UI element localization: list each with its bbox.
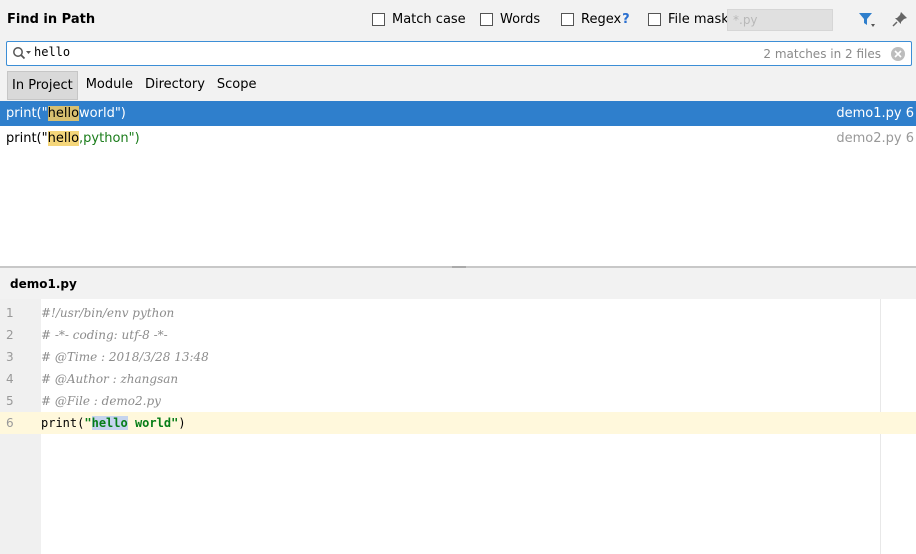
file-mask-label: File mask: xyxy=(668,12,734,27)
result-suffix: ,python") xyxy=(79,131,140,146)
dialog-title: Find in Path xyxy=(7,12,96,27)
search-input[interactable] xyxy=(34,45,634,59)
code-line: 5 # @File : demo2.py xyxy=(0,390,916,412)
result-row[interactable]: print(" hello world") demo1.py 6 xyxy=(0,101,916,126)
match-count: 2 matches in 2 files xyxy=(763,47,881,61)
line-number: 2 xyxy=(6,328,14,342)
clear-icon[interactable] xyxy=(890,46,906,66)
line-number: 6 xyxy=(6,416,14,430)
tab-in-project[interactable]: In Project xyxy=(7,71,78,100)
tab-directory[interactable]: Directory xyxy=(141,71,209,100)
filter-icon[interactable] xyxy=(858,11,876,33)
result-suffix: world") xyxy=(79,106,126,121)
code-text: # @File : demo2.py xyxy=(41,394,161,408)
code-line: 4 # @Author : zhangsan xyxy=(0,368,916,390)
regex-checkbox[interactable] xyxy=(561,13,574,26)
line-number: 4 xyxy=(6,372,14,386)
search-history-icon[interactable] xyxy=(12,46,32,65)
result-match: hello xyxy=(47,106,80,121)
line-number: 1 xyxy=(6,306,14,320)
splitter-grip-icon[interactable] xyxy=(452,266,466,268)
regex-label: Regex xyxy=(581,12,622,27)
file-mask-checkbox[interactable] xyxy=(648,13,661,26)
code-text: # @Author : zhangsan xyxy=(41,372,179,386)
code-prefix: print( xyxy=(41,416,85,430)
code-text: print("hello world") xyxy=(41,416,186,430)
dialog-header: Find in Path Match case Words Regex ? Fi… xyxy=(0,0,916,40)
match-case-label: Match case xyxy=(392,12,466,27)
code-match: hello xyxy=(91,416,128,430)
file-mask-option[interactable]: File mask: xyxy=(648,12,733,27)
match-case-option[interactable]: Match case xyxy=(372,12,466,27)
code-quote-open: " xyxy=(84,416,92,430)
tab-scope[interactable]: Scope xyxy=(213,71,261,100)
result-file: demo2.py 6 xyxy=(836,131,914,146)
line-number: 5 xyxy=(6,394,14,408)
code-line: 2 # -*- coding: utf-8 -*- xyxy=(0,324,916,346)
pin-icon[interactable] xyxy=(892,11,908,31)
code-line-current: 6 print("hello world") xyxy=(0,412,916,434)
code-string-rest: world xyxy=(127,416,172,430)
regex-help-icon[interactable]: ? xyxy=(622,12,630,27)
code-preview[interactable]: 1 #!/usr/bin/env python 2 # -*- coding: … xyxy=(0,299,916,554)
line-number: 3 xyxy=(6,350,14,364)
match-case-checkbox[interactable] xyxy=(372,13,385,26)
code-suffix: ) xyxy=(178,416,186,430)
results-list: print(" hello world") demo1.py 6 print(" h… xyxy=(0,101,916,266)
code-text: #!/usr/bin/env python xyxy=(41,306,175,320)
code-line: 3 # @Time : 2018/3/28 13:48 xyxy=(0,346,916,368)
search-field[interactable]: 2 matches in 2 files xyxy=(6,41,912,66)
result-prefix: print(" xyxy=(6,131,48,146)
result-file: demo1.py 6 xyxy=(836,106,914,121)
code-line: 1 #!/usr/bin/env python xyxy=(0,302,916,324)
result-match: hello xyxy=(47,131,80,146)
tab-module[interactable]: Module xyxy=(82,71,137,100)
regex-option[interactable]: Regex ? xyxy=(561,12,630,27)
result-row[interactable]: print(" hello ,python") demo2.py 6 xyxy=(0,126,916,151)
preview-filename: demo1.py xyxy=(10,277,77,291)
code-text: # -*- coding: utf-8 -*- xyxy=(41,328,168,342)
code-text: # @Time : 2018/3/28 13:48 xyxy=(41,350,209,364)
result-prefix: print(" xyxy=(6,106,48,121)
words-checkbox[interactable] xyxy=(480,13,493,26)
file-mask-input[interactable]: *.py xyxy=(727,9,833,31)
words-label: Words xyxy=(500,12,541,27)
scope-tabs: In Project Module Directory Scope xyxy=(0,71,265,101)
words-option[interactable]: Words xyxy=(480,12,540,27)
